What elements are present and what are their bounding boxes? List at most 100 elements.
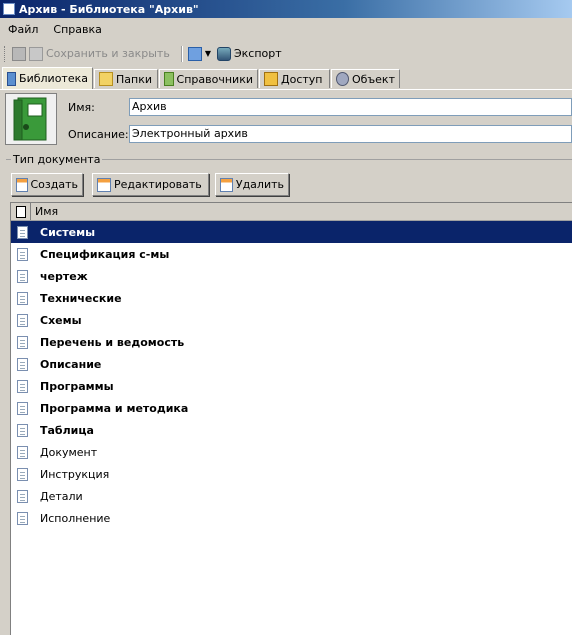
- table-row[interactable]: Инструкция: [11, 463, 572, 485]
- row-label: Детали: [40, 489, 83, 503]
- description-label: Описание:: [68, 128, 129, 141]
- app-icon: [3, 3, 15, 15]
- row-label: Исполнение: [40, 511, 111, 525]
- tab-library[interactable]: Библиотека: [2, 67, 93, 89]
- table-row[interactable]: Системы: [11, 221, 572, 243]
- tab-references[interactable]: Справочники: [159, 69, 258, 88]
- delete-label: Удалить: [235, 178, 284, 191]
- table-row[interactable]: Детали: [11, 485, 572, 507]
- row-label: Перечень и ведомость: [40, 335, 185, 349]
- document-column-header[interactable]: [11, 203, 31, 220]
- table-row[interactable]: Спецификация с-мы: [11, 243, 572, 265]
- row-label: чертеж: [40, 269, 88, 283]
- grid-header: Имя: [11, 203, 572, 221]
- tab-access[interactable]: Доступ: [259, 69, 330, 88]
- menu-help[interactable]: Справка: [45, 23, 108, 36]
- menu-file[interactable]: Файл: [0, 23, 45, 36]
- table-row[interactable]: Перечень и ведомость: [11, 331, 572, 353]
- document-type-icon: [17, 313, 28, 327]
- create-button[interactable]: Создать: [11, 173, 83, 196]
- document-type-icon: [17, 445, 28, 459]
- view-dropdown-button[interactable]: ▼: [187, 46, 211, 61]
- delete-button[interactable]: Удалить: [215, 173, 289, 196]
- row-label: Спецификация с-мы: [40, 247, 170, 261]
- table-row[interactable]: Схемы: [11, 309, 572, 331]
- table-row[interactable]: Технические: [11, 287, 572, 309]
- edit-button[interactable]: Редактировать: [92, 173, 209, 196]
- tab-label: Объект: [351, 72, 395, 86]
- toolbar-separator: [180, 45, 183, 62]
- window-title: Архив - Библиотека "Архив": [19, 2, 199, 16]
- export-label: Экспорт: [233, 47, 282, 60]
- document-type-icon: [17, 423, 28, 437]
- tab-label: Библиотека: [19, 72, 88, 85]
- document-type-icon: [17, 247, 28, 261]
- name-field[interactable]: Архив: [129, 98, 572, 116]
- references-icon: [164, 72, 174, 86]
- export-icon: [216, 46, 231, 61]
- row-label: Таблица: [40, 423, 94, 437]
- tab-label: Папки: [116, 72, 152, 86]
- row-label: Описание: [40, 357, 102, 371]
- folder-icon: [99, 72, 113, 86]
- name-label: Имя:: [68, 101, 95, 114]
- document-type-icon: [17, 379, 28, 393]
- document-icon: [15, 205, 26, 218]
- row-label: Программа и методика: [40, 401, 189, 415]
- document-type-icon: [17, 401, 28, 415]
- row-label: Документ: [40, 445, 98, 459]
- title-bar: Архив - Библиотека "Архив": [0, 0, 572, 18]
- document-type-icon: [17, 467, 28, 481]
- library-binder-icon: [5, 93, 57, 145]
- chevron-down-icon: ▼: [204, 49, 211, 58]
- save-close-button[interactable]: Сохранить и закрыть: [12, 46, 170, 61]
- document-type-icon: [17, 489, 28, 503]
- document-type-icon: [17, 335, 28, 349]
- library-icon: [7, 71, 17, 86]
- document-type-icon: [17, 291, 28, 305]
- access-icon: [264, 72, 278, 86]
- tab-object[interactable]: Объект: [331, 69, 400, 88]
- export-button[interactable]: Экспорт: [216, 46, 282, 61]
- table-row[interactable]: Документ: [11, 441, 572, 463]
- library-panel: Имя: Архив Описание: Электронный архив: [0, 89, 572, 149]
- row-label: Технические: [40, 291, 122, 305]
- save-close-label: Сохранить и закрыть: [46, 47, 170, 60]
- row-label: Системы: [40, 225, 96, 239]
- table-row[interactable]: Программы: [11, 375, 572, 397]
- save-icon: [12, 46, 26, 61]
- table-row[interactable]: Таблица: [11, 419, 572, 441]
- document-type-icon: [17, 357, 28, 371]
- row-label: Программы: [40, 379, 114, 393]
- tab-label: Справочники: [176, 72, 253, 86]
- tab-strip: Библиотека Папки Справочники Доступ Объе…: [0, 67, 572, 90]
- calendar-icon: [187, 46, 202, 61]
- create-icon: [16, 177, 28, 192]
- document-type-icon: [17, 225, 28, 239]
- table-row[interactable]: Описание: [11, 353, 572, 375]
- tab-folders[interactable]: Папки: [94, 69, 158, 88]
- delete-icon: [220, 177, 233, 192]
- gear-icon: [336, 72, 349, 86]
- edit-label: Редактировать: [114, 178, 202, 191]
- doctype-list: Системы Спецификация с-мы чертеж Технически…: [11, 221, 572, 529]
- menu-bar: Файл Справка: [0, 19, 572, 39]
- doctype-group-title: Тип документа: [11, 153, 103, 166]
- toolbar: Сохранить и закрыть ▼ Экспорт: [0, 41, 572, 66]
- toolbar-grip[interactable]: [4, 45, 8, 62]
- create-label: Создать: [30, 178, 79, 191]
- row-label: Инструкция: [40, 467, 110, 481]
- name-column-header[interactable]: Имя: [31, 205, 58, 218]
- table-row[interactable]: Программа и методика: [11, 397, 572, 419]
- tab-label: Доступ: [281, 72, 323, 86]
- doctype-grid: Имя Системы Спецификация с-мы чертеж Технич…: [10, 202, 572, 635]
- document-type-icon: [17, 269, 28, 283]
- doctype-buttons: Создать Редактировать Удалить: [0, 173, 572, 197]
- row-label: Схемы: [40, 313, 82, 327]
- table-row[interactable]: чертеж: [11, 265, 572, 287]
- table-row[interactable]: Исполнение: [11, 507, 572, 529]
- edit-icon: [97, 177, 111, 192]
- save-close-icon: [29, 46, 43, 61]
- document-type-icon: [17, 511, 28, 525]
- description-field[interactable]: Электронный архив: [129, 125, 572, 143]
